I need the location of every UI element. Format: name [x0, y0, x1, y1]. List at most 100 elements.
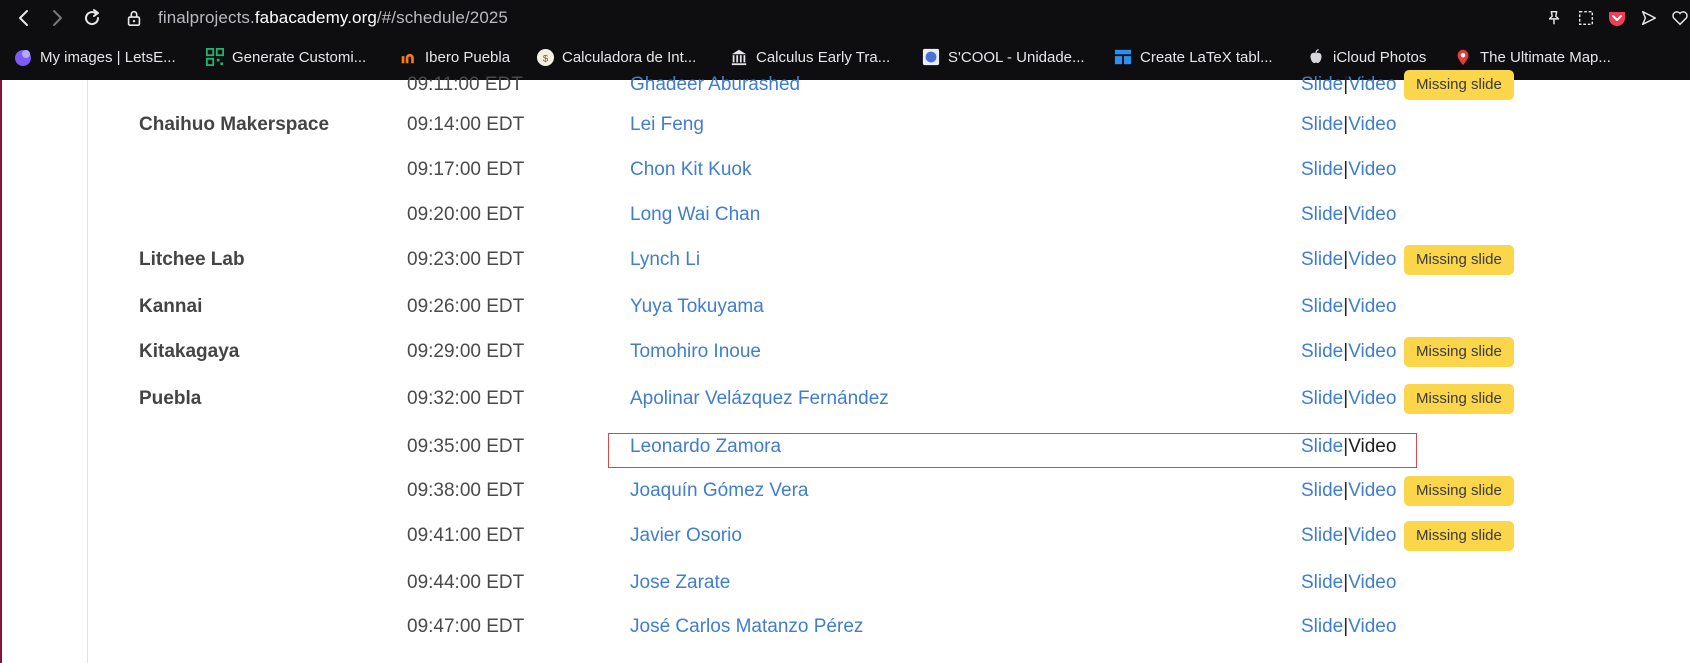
media-links: Slide|Video: [1301, 525, 1396, 547]
selection-highlight: [608, 433, 1417, 468]
url-path: /#/schedule/2025: [376, 8, 508, 27]
library-building-icon: [729, 47, 749, 67]
media-links: Slide|Video: [1301, 572, 1396, 594]
video-link[interactable]: Video: [1348, 341, 1396, 362]
video-link[interactable]: Video: [1348, 616, 1396, 637]
presentation-time: 09:41:00 EDT: [407, 525, 525, 546]
presentation-time: 09:20:00 EDT: [407, 204, 525, 225]
missing-slide-badge: Missing slide: [1404, 337, 1514, 367]
student-name-link[interactable]: Chon Kit Kuok: [630, 159, 751, 181]
url-host: fabacademy.org: [254, 8, 377, 27]
media-links: Slide|Video: [1301, 114, 1396, 136]
table-row: Chaihuo Makerspace 09:14:00 EDT Lei Feng Sl…: [2, 106, 1690, 146]
lock-icon[interactable]: [122, 6, 146, 30]
student-name-link[interactable]: Lei Feng: [630, 114, 704, 136]
media-links: Slide|Video: [1301, 388, 1396, 410]
slide-link[interactable]: Slide: [1301, 204, 1343, 225]
table-row: Kitakagaya 09:29:00 EDT Tomohiro Inoue Slid…: [2, 333, 1690, 373]
table-row: 09:44:00 EDT Jose Zarate Slide|Video: [2, 564, 1690, 604]
slide-link[interactable]: Slide: [1301, 249, 1343, 270]
student-name-link[interactable]: Long Wai Chan: [630, 204, 760, 226]
apple-icon: [1306, 47, 1326, 67]
send-icon[interactable]: [1637, 6, 1661, 30]
slide-link[interactable]: Slide: [1301, 341, 1343, 362]
lab-name: Litchee Lab: [139, 249, 245, 270]
slide-link[interactable]: Slide: [1301, 480, 1343, 501]
bookmark-label: Ibero Puebla: [425, 48, 511, 66]
student-name-link[interactable]: Ghadeer Aburashed: [630, 74, 800, 96]
media-links: Slide|Video: [1301, 74, 1396, 96]
bookmark-label: Calculus Early Tra...: [756, 48, 891, 66]
table-row: 09:38:00 EDT Joaquín Gómez Vera Slide|Vide…: [2, 472, 1690, 512]
slide-link[interactable]: Slide: [1301, 388, 1343, 409]
bookmark-label: Generate Customi...: [232, 48, 367, 66]
slide-link[interactable]: Slide: [1301, 159, 1343, 180]
table-row: Litchee Lab 09:23:00 EDT Lynch Li Slide|Vid…: [2, 241, 1690, 281]
bookmark-label: The Ultimate Map...: [1480, 48, 1611, 66]
address-bar[interactable]: finalprojects.fabacademy.org/#/schedule/…: [158, 6, 508, 30]
student-name-link[interactable]: Apolinar Velázquez Fernández: [630, 388, 889, 410]
presentation-time: 09:14:00 EDT: [407, 114, 525, 135]
presentation-time: 09:38:00 EDT: [407, 480, 525, 501]
url-prefix: finalprojects.: [158, 8, 255, 27]
lab-name: Puebla: [139, 388, 202, 409]
media-links: Slide|Video: [1301, 616, 1396, 638]
qr-code-icon: [205, 47, 225, 67]
heart-icon[interactable]: [1668, 6, 1690, 30]
video-link[interactable]: Video: [1348, 525, 1396, 546]
video-link[interactable]: Video: [1348, 249, 1396, 270]
student-name-link[interactable]: José Carlos Matanzo Pérez: [630, 616, 863, 638]
slide-link[interactable]: Slide: [1301, 572, 1343, 593]
pocket-icon[interactable]: [1605, 6, 1629, 30]
student-name-link[interactable]: Javier Osorio: [630, 525, 742, 547]
missing-slide-badge: Missing slide: [1404, 245, 1514, 275]
student-name-link[interactable]: Yuya Tokuyama: [630, 296, 764, 318]
lab-name: Kannai: [139, 296, 203, 317]
video-link[interactable]: Video: [1348, 159, 1396, 180]
presentation-time: 09:26:00 EDT: [407, 296, 525, 317]
video-link[interactable]: Video: [1348, 74, 1396, 95]
presentation-time: 09:35:00 EDT: [407, 436, 525, 457]
browser-toolbar: finalprojects.fabacademy.org/#/schedule/…: [0, 0, 1690, 36]
letsenhance-icon: [13, 47, 33, 67]
table-row: 09:17:00 EDT Chon Kit Kuok Slide|Video: [2, 151, 1690, 191]
screenshot-icon[interactable]: [1574, 6, 1598, 30]
back-icon[interactable]: [12, 6, 36, 30]
table-grid-icon: [1113, 47, 1133, 67]
calculator-site-icon: $: [535, 47, 555, 67]
slide-link[interactable]: Slide: [1301, 525, 1343, 546]
video-link[interactable]: Video: [1348, 388, 1396, 409]
bookmark-label: S'COOL - Unidade...: [948, 48, 1085, 66]
student-name-link[interactable]: Tomohiro Inoue: [630, 341, 761, 363]
media-links: Slide|Video: [1301, 341, 1396, 363]
schedule-page: 09:11:00 EDT Ghadeer Aburashed Slide|Video…: [0, 70, 1690, 663]
student-name-link[interactable]: Jose Zarate: [630, 572, 730, 594]
lab-name: Chaihuo Makerspace: [139, 114, 330, 135]
forward-icon[interactable]: [45, 6, 69, 30]
video-link[interactable]: Video: [1348, 296, 1396, 317]
slide-link[interactable]: Slide: [1301, 114, 1343, 135]
table-row: 09:20:00 EDT Long Wai Chan Slide|Video: [2, 196, 1690, 236]
video-link[interactable]: Video: [1348, 114, 1396, 135]
student-name-link[interactable]: Joaquín Gómez Vera: [630, 480, 809, 502]
pin-icon[interactable]: [1542, 6, 1566, 30]
missing-slide-badge: Missing slide: [1404, 521, 1514, 551]
media-links: Slide|Video: [1301, 249, 1396, 271]
reload-icon[interactable]: [80, 6, 104, 30]
bookmark-label: iCloud Photos: [1333, 48, 1427, 66]
presentation-time: 09:44:00 EDT: [407, 572, 525, 593]
slide-link[interactable]: Slide: [1301, 74, 1343, 95]
media-links: Slide|Video: [1301, 296, 1396, 318]
svg-text:$: $: [542, 53, 548, 64]
slide-link[interactable]: Slide: [1301, 296, 1343, 317]
slide-link[interactable]: Slide: [1301, 616, 1343, 637]
scool-icon: [921, 47, 941, 67]
student-name-link[interactable]: Lynch Li: [630, 249, 700, 271]
video-link[interactable]: Video: [1348, 480, 1396, 501]
missing-slide-badge: Missing slide: [1404, 384, 1514, 414]
video-link[interactable]: Video: [1348, 204, 1396, 225]
video-link[interactable]: Video: [1348, 572, 1396, 593]
ibero-logo-icon: [398, 47, 418, 67]
table-row: Puebla 09:32:00 EDT Apolinar Velázquez Fer…: [2, 380, 1690, 420]
table-row: 09:47:00 EDT José Carlos Matanzo Pérez Sli…: [2, 608, 1690, 648]
